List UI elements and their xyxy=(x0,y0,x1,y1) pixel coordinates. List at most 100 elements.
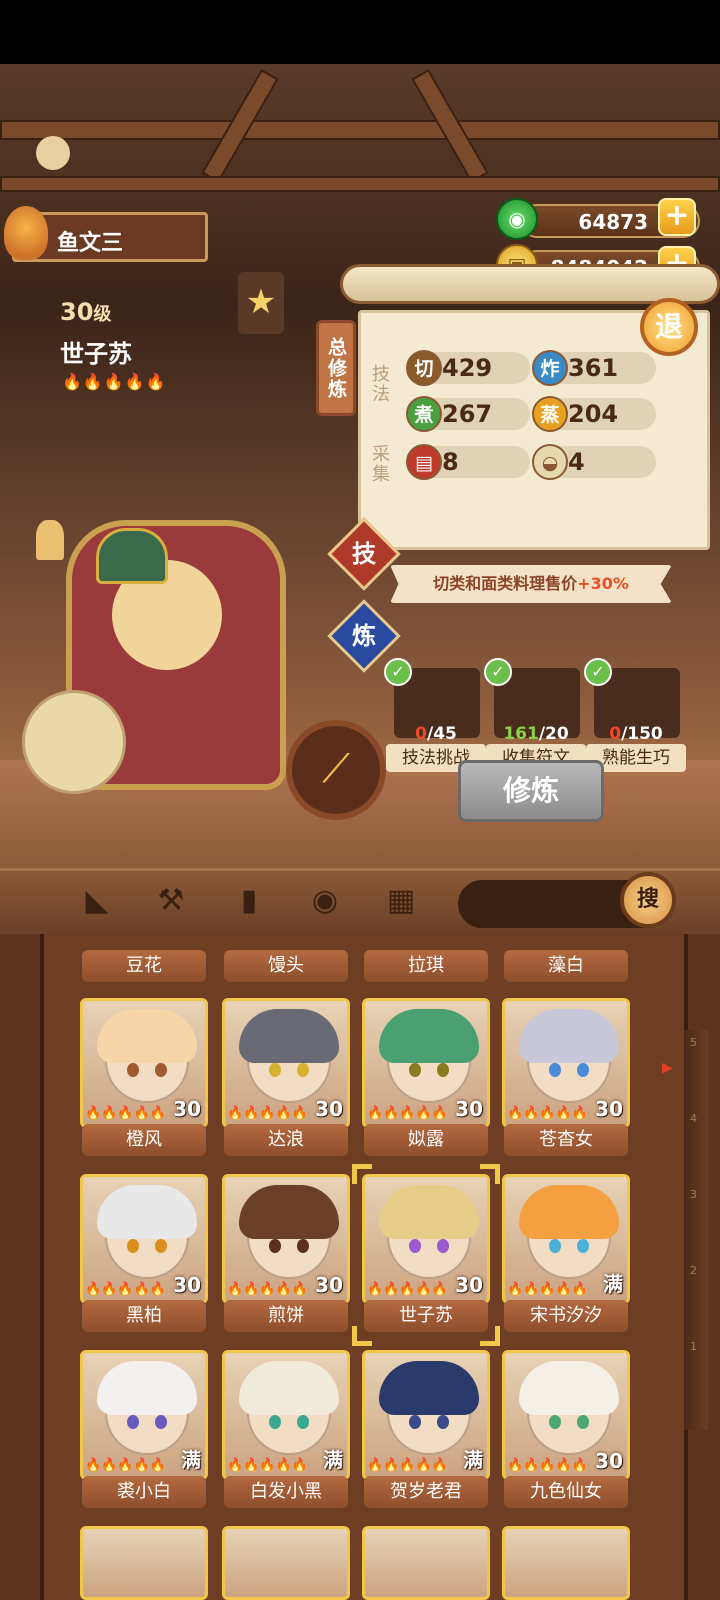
character-name-label[interactable]: 馒头 xyxy=(224,950,348,982)
character-name-label[interactable]: 黑柏 xyxy=(82,1300,206,1332)
character-level: 30级 xyxy=(60,298,112,326)
character-card[interactable]: 🔥🔥🔥🔥🔥 30 xyxy=(362,1174,490,1304)
character-name-label[interactable]: 裘小白 xyxy=(82,1476,206,1508)
character-eye xyxy=(577,1239,589,1253)
character-card[interactable]: 🔥🔥🔥🔥🔥 30 xyxy=(80,1174,208,1304)
shovel-icon[interactable]: ⚒ xyxy=(150,880,192,922)
character-level-badge: 满 xyxy=(463,1448,483,1472)
ceiling-beam xyxy=(0,120,720,140)
character-name-label[interactable]: 九色仙女 xyxy=(504,1476,628,1508)
steam-icon: 蒸 xyxy=(532,396,568,432)
map-icon[interactable]: ▦ xyxy=(380,880,422,922)
character-level-badge: 30 xyxy=(595,1449,623,1473)
selection-corner xyxy=(352,1326,372,1346)
character-name-label[interactable]: 姒露 xyxy=(364,1124,488,1156)
character-name-label[interactable]: 拉琪 xyxy=(364,950,488,982)
character-eye xyxy=(127,1063,139,1077)
meat-icon: ▤ xyxy=(406,444,442,480)
character-eye xyxy=(549,1239,561,1253)
character-level-badge: 满 xyxy=(181,1448,201,1472)
task-count: 0/150 xyxy=(609,724,663,744)
scroll-ruler[interactable] xyxy=(684,1030,708,1430)
rarity-flames: 🔥🔥🔥🔥🔥 xyxy=(85,1106,166,1121)
character-hair xyxy=(379,1009,479,1063)
fry-icon: 炸 xyxy=(532,350,568,386)
selection-corner xyxy=(480,1326,500,1346)
character-name-label[interactable]: 苍杳女 xyxy=(504,1124,628,1156)
check-icon: ✓ xyxy=(484,658,512,686)
character-eye xyxy=(549,1063,561,1077)
chef-hat-icon xyxy=(4,206,48,260)
character-name-label[interactable]: 藻白 xyxy=(504,950,628,982)
character-eye xyxy=(155,1415,167,1429)
total-training-tab[interactable]: 总修炼 xyxy=(316,320,356,416)
character-card[interactable]: 🔥🔥🔥🔥🔥 满 xyxy=(502,1174,630,1304)
exit-button[interactable]: 退 xyxy=(640,298,698,356)
crown xyxy=(96,528,168,584)
character-name-label[interactable]: 豆花 xyxy=(82,950,206,982)
character-name-label[interactable]: 橙风 xyxy=(82,1124,206,1156)
character-eye xyxy=(269,1415,281,1429)
character-card[interactable] xyxy=(502,1526,630,1600)
character-eye xyxy=(577,1415,589,1429)
rarity-flames: 🔥🔥🔥🔥🔥 xyxy=(85,1458,166,1473)
character-eye xyxy=(297,1063,309,1077)
add-jade-button[interactable]: + xyxy=(658,198,696,236)
location-icon[interactable]: ◉ xyxy=(304,880,346,922)
task-count: 0/45 xyxy=(415,724,457,744)
character-name-label[interactable]: 达浪 xyxy=(224,1124,348,1156)
jar-icon[interactable]: ▮ xyxy=(228,880,270,922)
character-card[interactable]: 🔥🔥🔥🔥🔥 满 xyxy=(80,1350,208,1480)
character-card[interactable]: 🔥🔥🔥🔥🔥 30 xyxy=(502,1350,630,1480)
character-eye xyxy=(409,1063,421,1077)
character-card[interactable]: 🔥🔥🔥🔥🔥 30 xyxy=(362,998,490,1128)
character-level-badge: 30 xyxy=(173,1097,201,1121)
leg-icon[interactable]: ◣ xyxy=(76,880,118,922)
character-level-badge: 30 xyxy=(315,1273,343,1297)
chick-figure xyxy=(36,136,70,170)
selection-corner xyxy=(480,1164,500,1184)
character-card[interactable]: 🔥🔥🔥🔥🔥 30 xyxy=(222,1174,350,1304)
ruler-tick: 5 xyxy=(690,1036,697,1049)
character-level-badge: 30 xyxy=(315,1097,343,1121)
character-card[interactable] xyxy=(362,1526,490,1600)
flour-icon: ◒ xyxy=(532,444,568,480)
character-name: 世子苏 xyxy=(60,340,132,368)
character-eye xyxy=(409,1415,421,1429)
selection-corner xyxy=(352,1164,372,1184)
character-hair xyxy=(379,1185,479,1239)
rarity-flames: 🔥🔥🔥🔥🔥 xyxy=(227,1458,308,1473)
character-card[interactable]: 🔥🔥🔥🔥🔥 满 xyxy=(362,1350,490,1480)
character-eye xyxy=(269,1063,281,1077)
rarity-flames: 🔥🔥🔥🔥🔥 xyxy=(507,1458,588,1473)
character-eye xyxy=(437,1239,449,1253)
character-eye xyxy=(297,1415,309,1429)
search-button[interactable]: 搜 xyxy=(620,872,676,928)
character-name-label[interactable]: 世子苏 xyxy=(364,1300,488,1332)
character-eye xyxy=(155,1239,167,1253)
character-hair xyxy=(239,1361,339,1415)
character-level-badge: 30 xyxy=(595,1097,623,1121)
character-name-label[interactable]: 宋书汐汐 xyxy=(504,1300,628,1332)
character-card[interactable] xyxy=(80,1526,208,1600)
bell-icon xyxy=(36,520,64,560)
favorite-star-button[interactable]: ★ xyxy=(238,272,284,334)
character-card[interactable]: 🔥🔥🔥🔥🔥 30 xyxy=(222,998,350,1128)
knife-icon[interactable]: ⟋ xyxy=(286,720,386,820)
rarity-flames: 🔥🔥🔥🔥🔥 xyxy=(367,1458,448,1473)
character-card[interactable]: 🔥🔥🔥🔥🔥 30 xyxy=(80,998,208,1128)
train-button[interactable]: 修炼 xyxy=(458,760,604,822)
character-card[interactable]: 🔥🔥🔥🔥🔥 满 xyxy=(222,1350,350,1480)
character-hair xyxy=(97,1185,197,1239)
character-hair xyxy=(97,1361,197,1415)
character-name-label[interactable]: 白发小黑 xyxy=(224,1476,348,1508)
character-eye xyxy=(127,1415,139,1429)
character-card[interactable]: 🔥🔥🔥🔥🔥 30 xyxy=(502,998,630,1128)
character-name-label[interactable]: 煎饼 xyxy=(224,1300,348,1332)
cut-icon: 切 xyxy=(406,350,442,386)
character-name-label[interactable]: 贺岁老君 xyxy=(364,1476,488,1508)
character-eye xyxy=(155,1063,167,1077)
character-card[interactable] xyxy=(222,1526,350,1600)
rarity-flames: 🔥🔥🔥🔥🔥 xyxy=(227,1106,308,1121)
character-eye xyxy=(549,1415,561,1429)
